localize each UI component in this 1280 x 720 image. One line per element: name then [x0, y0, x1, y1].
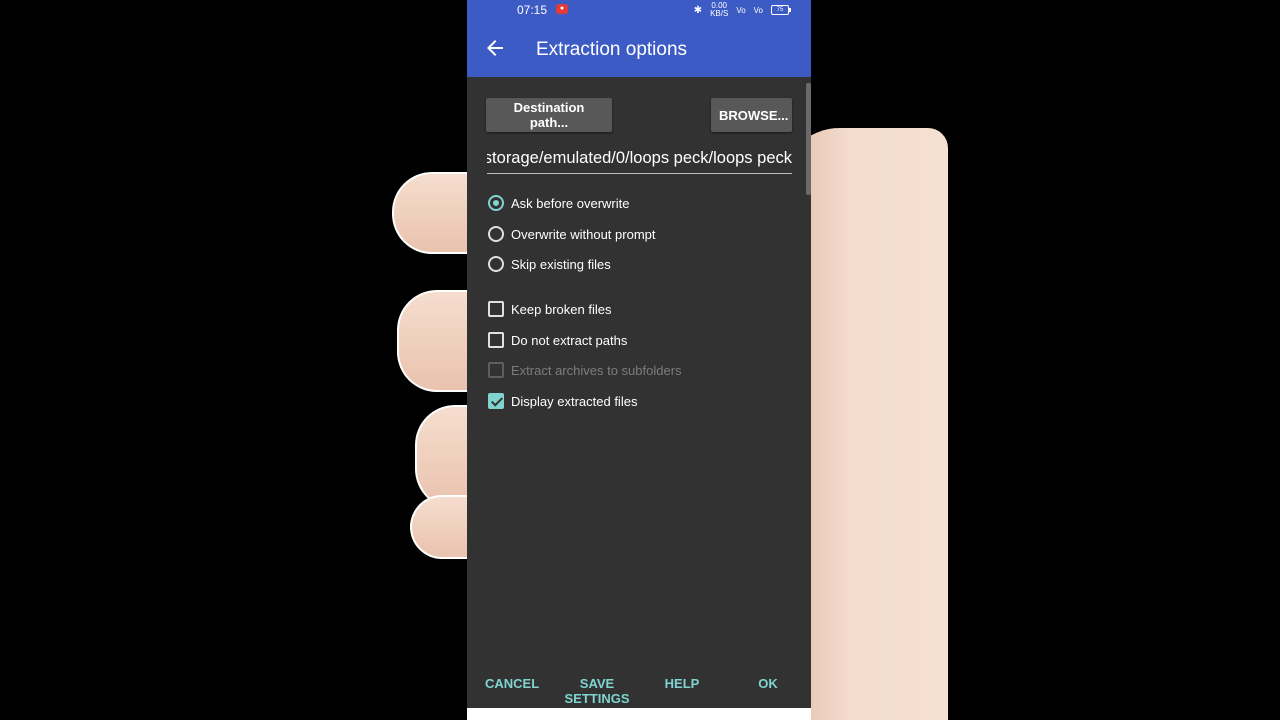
scrollbar[interactable]: [806, 83, 811, 195]
checkbox-unchecked-icon[interactable]: [488, 301, 504, 317]
status-bar: 07:15 ● ✱ 0.00 KB/S Vo Vo 75: [467, 0, 811, 22]
back-arrow-icon[interactable]: [483, 36, 507, 60]
app-bar: Extraction options: [467, 22, 811, 77]
signal-icon: Vo: [753, 5, 763, 15]
network-speed: 0.00 KB/S: [710, 2, 728, 18]
signal-icon: Vo: [736, 5, 746, 15]
bluetooth-icon: ✱: [693, 4, 703, 16]
radio-label: Overwrite without prompt: [511, 226, 656, 242]
radio-ask-before-overwrite[interactable]: Ask before overwrite: [488, 195, 630, 211]
destination-path-input[interactable]: /storage/emulated/0/loops peck/loops pec…: [487, 149, 792, 174]
radio-skip-existing-files[interactable]: Skip existing files: [488, 256, 611, 272]
checkbox-label: Keep broken files: [511, 301, 612, 317]
radio-overwrite-without-prompt[interactable]: Overwrite without prompt: [488, 226, 656, 242]
destination-path-button[interactable]: Destination path...: [486, 98, 612, 132]
dialog-actions: CANCEL SAVE SETTINGS HELP OK: [467, 674, 811, 708]
checkbox-display-extracted-files[interactable]: Display extracted files: [488, 393, 637, 409]
checkbox-label: Extract archives to subfolders: [511, 362, 682, 378]
ok-button[interactable]: OK: [753, 676, 783, 691]
checkbox-keep-broken-files[interactable]: Keep broken files: [488, 301, 611, 317]
page-title: Extraction options: [536, 39, 688, 60]
checkbox-label: Display extracted files: [511, 393, 638, 409]
save-label-line1: SAVE: [579, 676, 615, 691]
navigation-bar: [467, 708, 811, 720]
checkbox-extract-archives-to-subfolders: Extract archives to subfolders: [488, 362, 682, 378]
radio-selected-icon[interactable]: [488, 195, 504, 211]
speed-unit: KB/S: [710, 9, 729, 18]
status-icons: ✱ 0.00 KB/S Vo Vo 75: [693, 2, 791, 18]
radio-unselected-icon[interactable]: [488, 256, 504, 272]
help-button[interactable]: HELP: [662, 676, 702, 691]
radio-unselected-icon[interactable]: [488, 226, 504, 242]
save-label-line2: SETTINGS: [564, 691, 630, 706]
checkbox-do-not-extract-paths[interactable]: Do not extract paths: [488, 332, 627, 348]
cancel-button[interactable]: CANCEL: [485, 676, 539, 691]
battery-icon: 75: [771, 5, 791, 15]
browse-button[interactable]: BROWSE...: [711, 98, 792, 132]
checkbox-disabled-icon: [488, 362, 504, 378]
phone-screen: 07:15 ● ✱ 0.00 KB/S Vo Vo 75 Extraction …: [467, 0, 811, 720]
checkbox-label: Do not extract paths: [511, 332, 628, 348]
record-icon: ●: [556, 4, 568, 14]
checkbox-unchecked-icon[interactable]: [488, 332, 504, 348]
radio-label: Skip existing files: [511, 256, 611, 272]
path-value: /storage/emulated/0/loops peck/loops pec…: [487, 149, 792, 167]
status-time: 07:15: [517, 3, 548, 17]
save-settings-button[interactable]: SAVE SETTINGS: [559, 676, 635, 706]
radio-label: Ask before overwrite: [511, 195, 630, 211]
options-panel: Destination path... BROWSE... /storage/e…: [467, 77, 811, 687]
checkbox-checked-icon[interactable]: [488, 393, 504, 409]
